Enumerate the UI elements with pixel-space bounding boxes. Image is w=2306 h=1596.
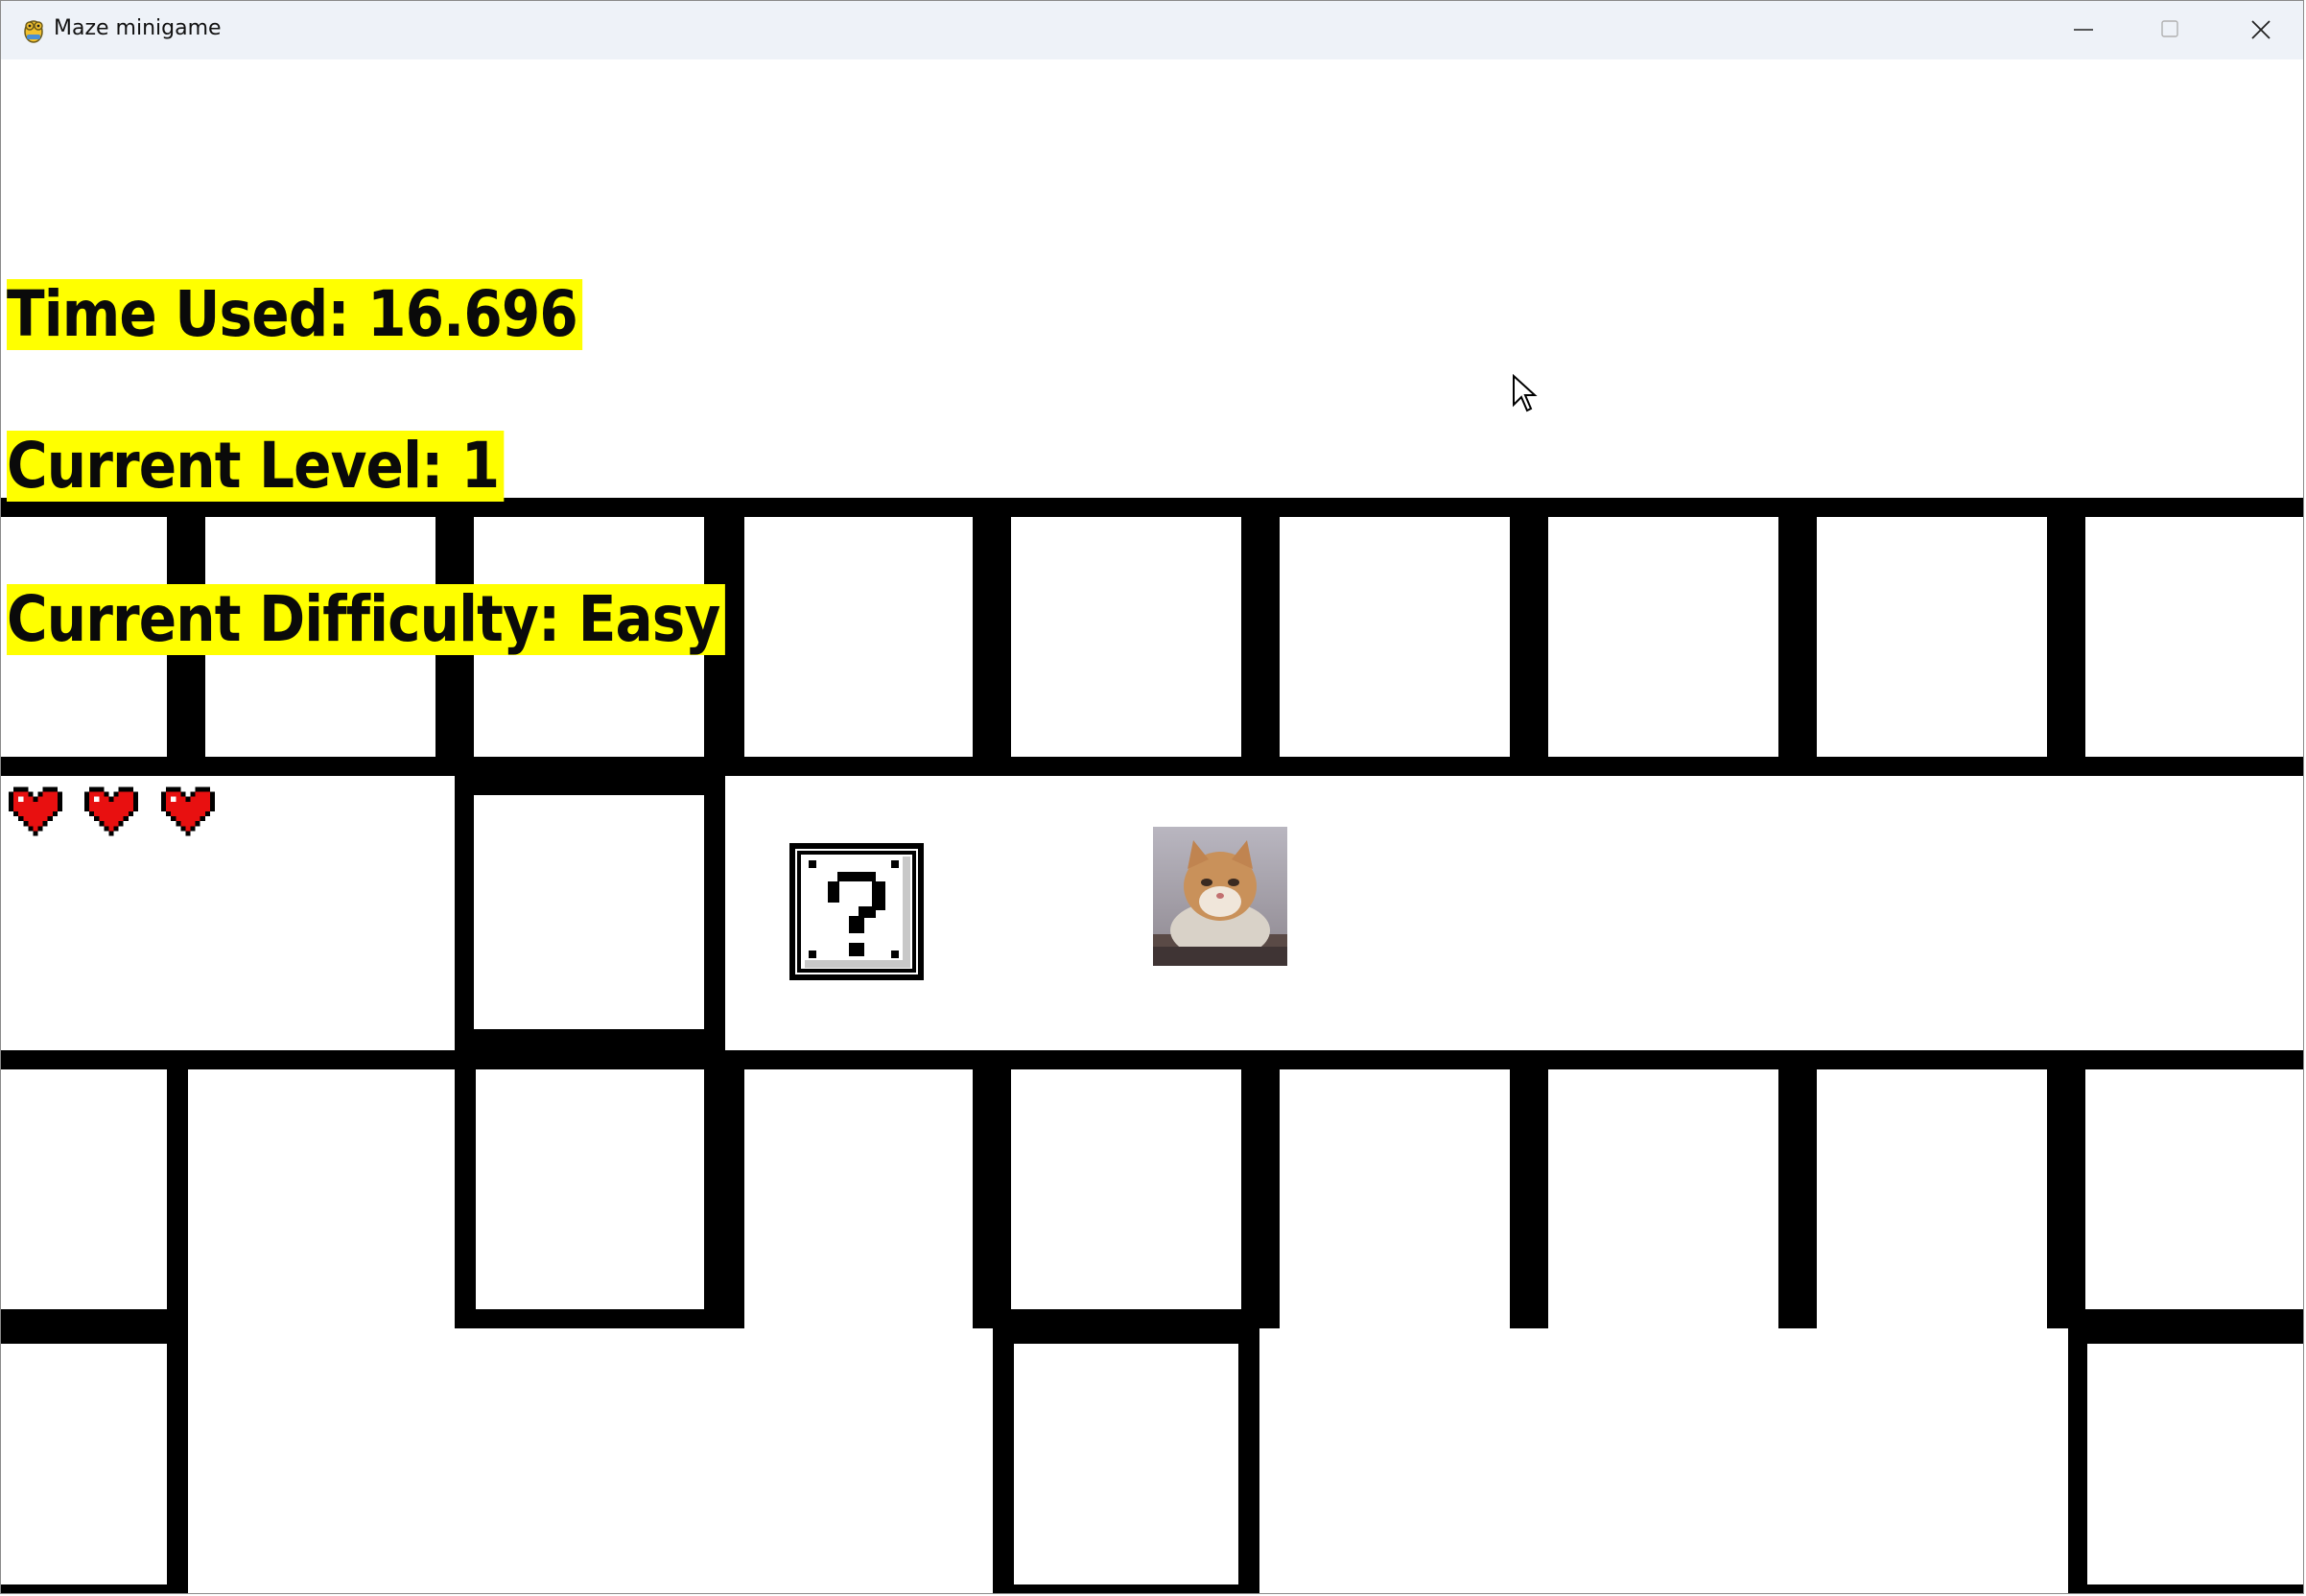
window-title: Maze minigame [54,16,222,40]
game-canvas[interactable]: Time Used: 16.696 Current Level: 1 Curre… [1,59,2303,1593]
maze-wall [1238,1309,1259,1593]
maze-wall [1241,498,1280,776]
maze-wall [1778,1050,1817,1328]
maze-wall [455,1050,476,1328]
pygame-snake-icon [24,20,43,43]
maze-wall [2068,1309,2087,1593]
maze-wall [973,1050,1011,1328]
maze-wall [993,1584,1258,1593]
maze-wall [1,1584,188,1593]
heart-icon [161,786,215,836]
maze-wall [993,1309,1014,1593]
maze-wall [1,1309,188,1344]
maze-wall [167,1050,188,1593]
maze-wall [455,776,474,1069]
maze-wall [1,1050,2303,1069]
mouse-cursor-icon [1513,374,1538,412]
maze-wall [973,498,1011,776]
current-level-label: Current Level: 1 [7,431,505,502]
maze-wall [2068,1584,2303,1593]
close-button[interactable] [2218,1,2303,59]
maze-wall [704,776,725,1069]
minimize-button[interactable] [2040,1,2127,59]
maximize-button[interactable] [2127,1,2213,59]
title-bar[interactable]: Maze minigame [1,1,2303,59]
maze-wall [1510,1050,1548,1328]
maze-wall [704,1050,744,1328]
maximize-icon [2161,20,2178,37]
maze-wall [457,1309,725,1328]
maze-wall [457,776,725,795]
time-used-label: Time Used: 16.696 [7,279,583,350]
question-mark-block-icon[interactable] [789,843,924,980]
maze-wall [2047,1050,2085,1328]
close-icon [2251,20,2271,39]
maze-wall [1,757,2303,776]
maze-wall [2047,498,2085,776]
heart-icon [9,786,62,836]
maze-wall [1510,498,1548,776]
current-difficulty-label: Current Difficulty: Easy [7,584,725,655]
maze-wall [2068,1309,2303,1344]
minimize-icon [2074,29,2093,31]
maze-wall [993,1309,1258,1344]
cat-player-sprite [1153,827,1287,966]
game-window: Maze minigame Time Used: 16.696 Current … [0,0,2304,1594]
heart-icon [84,786,138,836]
maze-wall [1241,1050,1280,1328]
maze-wall [457,1029,725,1050]
maze-wall [1778,498,1817,776]
